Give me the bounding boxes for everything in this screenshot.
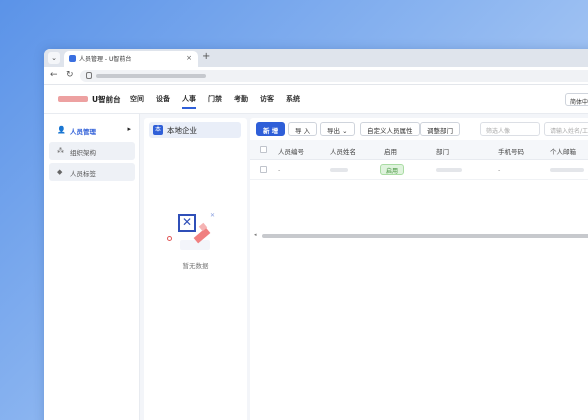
nav-item-attendance[interactable]: 考勤 — [234, 94, 248, 104]
tab-title: 人员管理 - U智前台 — [79, 56, 132, 63]
scroll-left-icon[interactable]: ◂ — [254, 232, 257, 238]
browser-tab[interactable]: 人员管理 - U智前台 × — [64, 51, 198, 67]
cell-email-redacted — [550, 166, 584, 174]
favicon-icon — [69, 55, 76, 62]
nav-item-visitor[interactable]: 访客 — [260, 94, 274, 104]
cell-department-redacted — [436, 166, 462, 174]
col-header-email: 个人邮箱 — [550, 148, 576, 156]
new-tab-button[interactable]: + — [202, 51, 210, 62]
table-header: 人员编号 人员姓名 启用 部门 手机号码 个人邮箱 — [250, 140, 588, 160]
sidebar-item-label: 组织架构 — [70, 149, 96, 157]
sidebar-item-people[interactable]: 👤 人员管理 ▸ — [49, 121, 135, 139]
table-row[interactable]: - 启用 - — [250, 160, 588, 180]
select-all-checkbox[interactable] — [260, 146, 267, 153]
row-checkbox[interactable] — [260, 166, 267, 173]
sidebar-item-org[interactable]: ⁂ 组织架构 — [49, 142, 135, 160]
tab-close-icon[interactable]: × — [186, 54, 192, 62]
col-header-enabled: 启用 — [384, 148, 397, 156]
url-field[interactable] — [80, 70, 588, 82]
export-dropdown[interactable]: 导出 ⌄ — [320, 122, 355, 136]
col-header-id: 人员编号 — [278, 148, 304, 156]
status-badge: 启用 — [380, 164, 405, 175]
col-header-department: 部门 — [436, 148, 449, 156]
col-header-phone: 手机号码 — [498, 148, 524, 156]
search-input[interactable]: 请输入姓名/工号 — [544, 122, 588, 136]
url-host-redacted — [96, 74, 206, 78]
portrait-filter-select[interactable]: 筛选人像 — [480, 122, 540, 136]
horizontal-scrollbar[interactable]: ◂ — [254, 232, 588, 239]
adjust-department-button[interactable]: 调整部门 — [420, 122, 460, 136]
sidebar-item-tags[interactable]: ◆ 人员标签 — [49, 163, 135, 181]
nav-item-access[interactable]: 门禁 — [208, 94, 222, 104]
lock-icon — [86, 72, 92, 79]
browser-window: ⌄ 人员管理 - U智前台 × + ← ↻ U智前台 空间 设备 人事 门禁 考… — [44, 49, 588, 420]
brand-logo — [58, 96, 88, 102]
cell-id: - — [278, 166, 281, 174]
import-button[interactable]: 导 入 — [288, 122, 318, 136]
tab-menu-button[interactable]: ⌄ — [48, 52, 60, 64]
tag-icon: ◆ — [57, 168, 63, 176]
org-root-label: 本地企业 — [167, 126, 197, 135]
add-person-button[interactable]: 新 增 — [256, 122, 286, 136]
users-icon: 👤 — [57, 126, 66, 134]
people-table-panel: 新 增 导 入 导出 ⌄ 自定义人员属性 调整部门 筛选人像 请输入姓名/工号 … — [250, 118, 588, 420]
reload-icon[interactable]: ↻ — [66, 70, 74, 80]
col-header-name: 人员姓名 — [330, 148, 356, 156]
empty-dot-shape — [167, 236, 172, 241]
org-badge: 本 — [153, 125, 163, 135]
org-tree-panel: 本 本地企业 ✕ ✕ 暂无数据 — [144, 118, 247, 420]
app-name: U智前台 — [92, 95, 121, 104]
nav-item-space[interactable]: 空间 — [130, 94, 144, 104]
top-nav: 空间 设备 人事 门禁 考勤 访客 系统 — [130, 94, 300, 109]
sidebar: 👤 人员管理 ▸ ⁂ 组织架构 ◆ 人员标签 — [44, 114, 140, 420]
tab-strip: ⌄ 人员管理 - U智前台 × + — [44, 49, 588, 67]
people-table: 人员编号 人员姓名 启用 部门 手机号码 个人邮箱 - 启用 - — [250, 140, 588, 180]
chevron-right-icon: ▸ — [127, 125, 131, 133]
sparkle-icon: ✕ — [210, 212, 216, 219]
custom-attributes-button[interactable]: 自定义人员属性 — [360, 122, 420, 136]
close-mark-icon: ✕ — [182, 215, 193, 229]
nav-item-hr[interactable]: 人事 — [182, 94, 196, 109]
empty-illustration: ✕ ✕ — [164, 210, 224, 258]
nav-item-system[interactable]: 系统 — [286, 94, 300, 104]
org-chart-icon: ⁂ — [57, 147, 64, 155]
org-root-node[interactable]: 本 本地企业 — [149, 122, 241, 138]
empty-text: 暂无数据 — [182, 262, 209, 270]
app-header: U智前台 空间 设备 人事 门禁 考勤 访客 系统 简体中文 — [44, 85, 588, 114]
scroll-thumb[interactable] — [262, 234, 588, 238]
cell-phone: - — [498, 166, 501, 174]
toolbar: 新 增 导 入 导出 ⌄ 自定义人员属性 调整部门 筛选人像 请输入姓名/工号 — [256, 122, 588, 136]
language-button[interactable]: 简体中文 — [565, 93, 588, 106]
back-icon[interactable]: ← — [50, 70, 58, 80]
sidebar-item-label: 人员管理 — [70, 128, 96, 136]
empty-plate — [180, 240, 210, 250]
nav-item-device[interactable]: 设备 — [156, 94, 170, 104]
cell-name-redacted — [330, 166, 348, 174]
sidebar-item-label: 人员标签 — [70, 170, 96, 178]
address-bar: ← ↻ — [44, 67, 588, 85]
